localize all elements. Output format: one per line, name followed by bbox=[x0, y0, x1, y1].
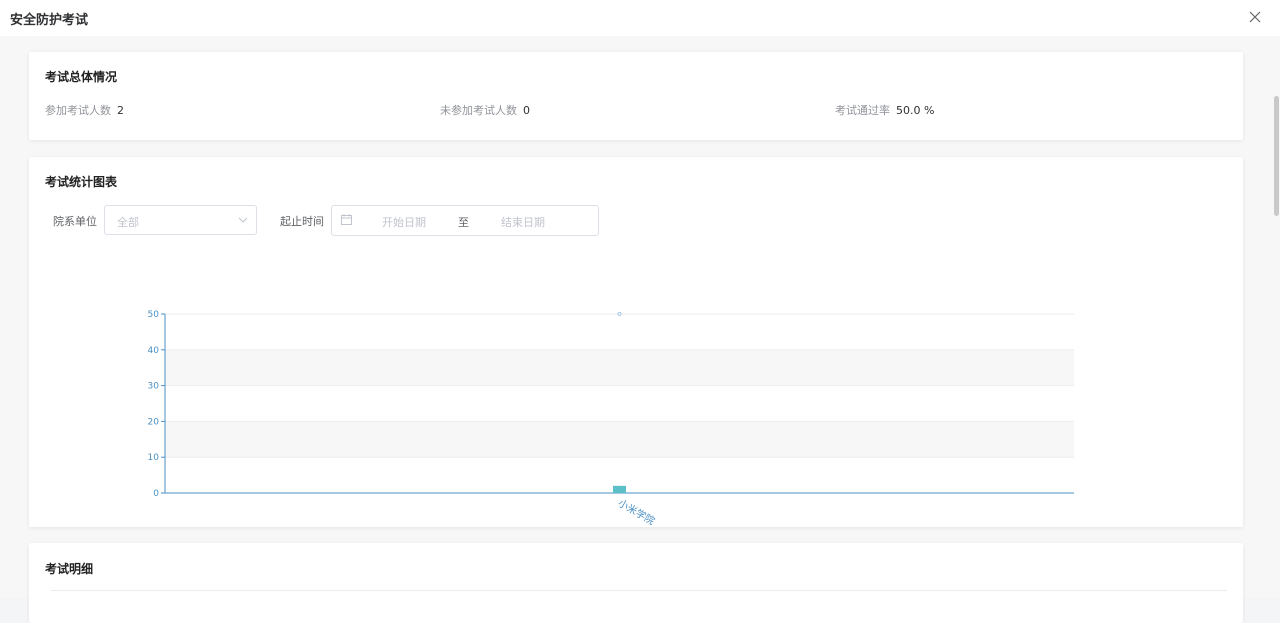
exam-bar-chart: 0 10 20 30 40 50 小米学院 bbox=[148, 310, 1074, 527]
modal-title: 安全防护考试 bbox=[10, 13, 89, 28]
x-category-label: 小米学院 bbox=[616, 496, 657, 527]
y-tick-label: 50 bbox=[148, 310, 160, 320]
scrollbar-thumb[interactable] bbox=[1274, 96, 1279, 216]
stat-label: 参加考试人数 bbox=[45, 104, 111, 117]
modal-header: 安全防护考试 bbox=[0, 0, 1280, 36]
stat-label: 未参加考试人数 bbox=[440, 104, 517, 117]
grid-band bbox=[165, 421, 1074, 458]
stat-label: 考试通过率 bbox=[835, 104, 890, 117]
close-button[interactable] bbox=[1247, 9, 1263, 25]
exam-modal: 安全防护考试 考试总体情况 参加考试人数 2 未参加考试人数 0 考试通过率 50.0… bbox=[0, 0, 1280, 623]
overview-title: 考试总体情况 bbox=[45, 70, 118, 84]
stat-absent: 未参加考试人数 0 bbox=[440, 102, 530, 118]
stat-pass-rate: 考试通过率 50.0 % bbox=[835, 102, 934, 118]
detail-title: 考试明细 bbox=[45, 562, 94, 576]
chart-card: 考试统计图表 院系单位 全部 起止时间 开始日期 至 结束日期 0 10 20 … bbox=[29, 157, 1243, 527]
y-tick-label: 30 bbox=[148, 382, 160, 392]
line-point bbox=[617, 312, 622, 316]
stat-value: 2 bbox=[117, 104, 124, 117]
grid-band bbox=[165, 349, 1074, 386]
close-icon bbox=[1249, 11, 1261, 23]
scrollbar[interactable] bbox=[1274, 46, 1280, 598]
detail-card: 考试明细 bbox=[29, 543, 1243, 623]
y-tick-label: 40 bbox=[148, 346, 160, 356]
y-tick-label: 20 bbox=[148, 417, 160, 427]
overview-card: 考试总体情况 参加考试人数 2 未参加考试人数 0 考试通过率 50.0 % bbox=[29, 52, 1243, 140]
stat-value: 50.0 % bbox=[896, 104, 935, 117]
detail-table bbox=[51, 590, 1227, 610]
modal-body[interactable]: 考试总体情况 参加考试人数 2 未参加考试人数 0 考试通过率 50.0 % 考试统计… bbox=[0, 36, 1280, 623]
bar bbox=[613, 485, 626, 493]
stat-participants: 参加考试人数 2 bbox=[45, 102, 124, 118]
y-tick-label: 0 bbox=[153, 489, 159, 499]
stat-value: 0 bbox=[523, 104, 530, 117]
y-tick-label: 10 bbox=[148, 453, 160, 463]
